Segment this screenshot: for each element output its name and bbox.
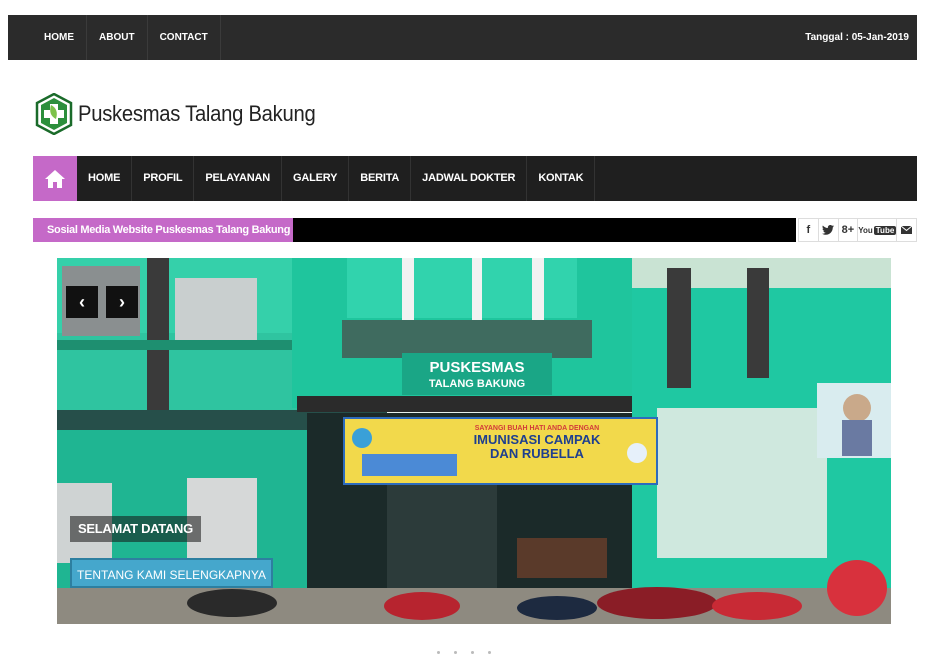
top-bar: HOME ABOUT CONTACT Tanggal : 05-Jan-2019 (8, 15, 917, 60)
slider-dot[interactable] (437, 651, 440, 654)
hero-slider: PUSKESMAS TALANG BAKUNG SAYANGI BUAH HAT… (57, 258, 891, 624)
facebook-icon[interactable]: f (799, 219, 819, 241)
slider-dot[interactable] (454, 651, 457, 654)
slider-prev-button[interactable]: ‹ (66, 286, 98, 318)
nav-pelayanan[interactable]: PELAYANAN (194, 156, 282, 201)
banner-line1: SAYANGI BUAH HATI ANDA DENGAN (475, 425, 599, 432)
top-nav: HOME ABOUT CONTACT (32, 15, 221, 60)
social-icons: f 8+ You Tube (798, 218, 917, 242)
top-nav-contact[interactable]: CONTACT (148, 15, 221, 60)
top-nav-about[interactable]: ABOUT (87, 15, 148, 60)
site-title: Puskesmas Talang Bakung (78, 101, 316, 126)
building-sign-line2: TALANG BAKUNG (429, 378, 525, 390)
email-icon[interactable] (897, 219, 916, 241)
cross-leaf-icon (35, 93, 73, 135)
slider-dot[interactable] (471, 651, 474, 654)
nav-berita[interactable]: BERITA (349, 156, 412, 201)
building-sign-line1: PUSKESMAS (429, 359, 524, 376)
about-more-button[interactable]: TENTANG KAMI SELENGKAPNYA (70, 558, 273, 588)
social-label: Sosial Media Website Puskesmas Talang Ba… (33, 218, 293, 242)
site-logo[interactable]: Puskesmas Talang Bakung (34, 92, 336, 136)
youtube-icon[interactable]: You Tube (858, 219, 898, 241)
slider-next-button[interactable]: › (106, 286, 138, 318)
banner-line3: DAN RUBELLA (490, 446, 584, 461)
date-display: Tanggal : 05-Jan-2019 (805, 32, 909, 43)
slider-pagination (437, 651, 491, 654)
nav-profil[interactable]: PROFIL (132, 156, 195, 201)
slide-caption-title: SELAMAT DATANG (70, 516, 201, 542)
nav-galery[interactable]: GALERY (282, 156, 350, 201)
page: HOME ABOUT CONTACT Tanggal : 05-Jan-2019… (0, 0, 929, 659)
top-nav-home[interactable]: HOME (32, 15, 87, 60)
news-ticker (293, 218, 796, 242)
social-bar: Sosial Media Website Puskesmas Talang Ba… (33, 218, 917, 242)
twitter-icon[interactable] (819, 219, 839, 241)
nav-kontak[interactable]: KONTAK (527, 156, 596, 201)
main-nav: HOME PROFIL PELAYANAN GALERY BERITA JADW… (33, 156, 917, 201)
slider-dot[interactable] (488, 651, 491, 654)
banner-line2: IMUNISASI CAMPAK (474, 432, 601, 447)
google-plus-icon[interactable]: 8+ (839, 219, 859, 241)
nav-home[interactable]: HOME (77, 156, 133, 201)
nav-jadwal-dokter[interactable]: JADWAL DOKTER (411, 156, 528, 201)
home-icon[interactable] (33, 156, 77, 201)
